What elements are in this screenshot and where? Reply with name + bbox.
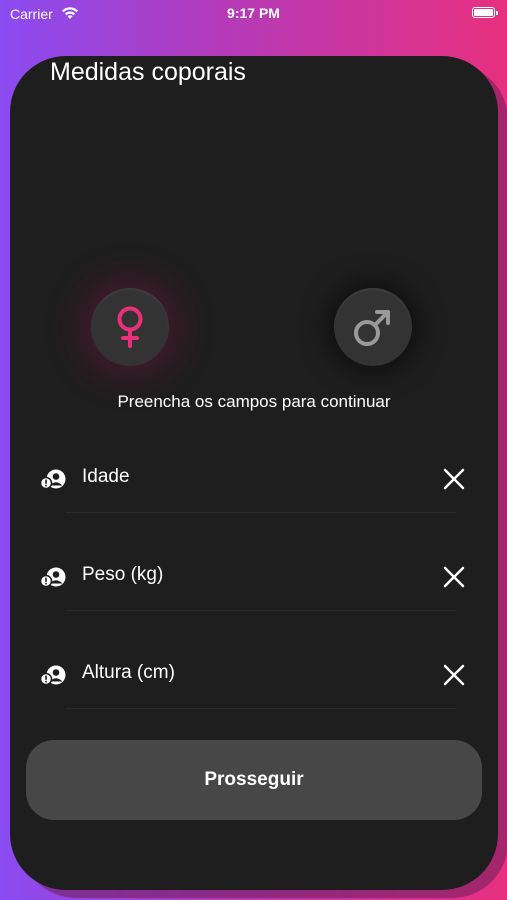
weight-field[interactable]: Peso (kg) — [36, 552, 476, 612]
field-divider — [66, 610, 456, 611]
female-gender-button[interactable] — [91, 288, 169, 366]
height-field[interactable]: Altura (cm) — [36, 650, 476, 710]
field-divider — [66, 512, 456, 513]
page-title: Medidas coporais — [50, 58, 246, 86]
battery-icon — [472, 7, 498, 18]
proceed-button[interactable]: Prosseguir — [26, 740, 482, 820]
form-hint: Preencha os campos para continuar — [117, 392, 391, 411]
status-time: 9:17 PM — [227, 5, 280, 21]
male-gender-button[interactable] — [334, 288, 412, 366]
female-symbol-icon — [117, 306, 143, 348]
body-measures-card: Medidas coporais Preencha os campos para… — [10, 56, 498, 890]
close-icon[interactable] — [441, 466, 467, 492]
weight-field-label: Peso (kg) — [82, 564, 164, 585]
close-icon[interactable] — [441, 564, 467, 590]
male-symbol-icon — [354, 310, 390, 346]
age-field-label: Idade — [82, 466, 130, 487]
person-warning-icon — [40, 469, 66, 490]
person-warning-icon — [40, 665, 66, 686]
field-divider — [66, 708, 456, 709]
person-warning-icon — [40, 567, 66, 588]
age-field[interactable]: Idade — [36, 454, 476, 514]
close-icon[interactable] — [441, 662, 467, 688]
status-bar: Carrier 9:17 PM — [0, 0, 507, 28]
height-field-label: Altura (cm) — [82, 662, 175, 683]
